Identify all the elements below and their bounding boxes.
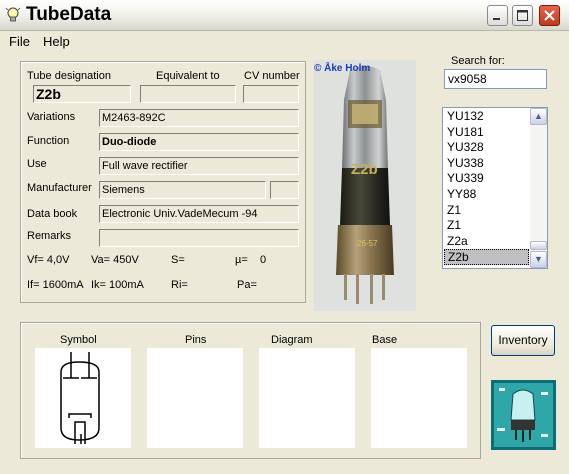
- base-box: [371, 348, 467, 448]
- tube-list-items: YU132 YU181 YU328 YU338 YU339 YY88 Z1 Z1 Z2a Z2b: [444, 109, 529, 265]
- list-item[interactable]: YY88: [444, 187, 529, 203]
- menu-file[interactable]: File: [9, 34, 30, 49]
- lightbulb-icon: [5, 7, 21, 22]
- menu-bar: File Help: [0, 31, 569, 51]
- equivalent-label: Equivalent to: [156, 70, 220, 82]
- maximize-button[interactable]: [512, 5, 533, 26]
- list-item[interactable]: Z2b: [444, 249, 529, 265]
- tube-logo-image: [491, 380, 556, 450]
- variations-label: Variations: [27, 111, 76, 123]
- variations-field[interactable]: M2463-892C: [99, 109, 299, 127]
- list-scrollbar[interactable]: ▲ ▼: [530, 108, 547, 268]
- tube-print-label: Z2b: [351, 161, 378, 178]
- close-icon: [544, 10, 555, 21]
- databook-field[interactable]: Electronic Univ.VadeMecum -94: [99, 205, 299, 223]
- maximize-icon: [517, 10, 528, 21]
- diagram-label: Diagram: [271, 334, 313, 346]
- manufacturer-extra-field[interactable]: [270, 181, 299, 199]
- app-window: TubeData File Help Tube designation Equi…: [0, 0, 569, 474]
- use-field[interactable]: Full wave rectifier: [99, 157, 299, 175]
- chevron-up-icon: ▲: [534, 111, 543, 121]
- search-label: Search for:: [451, 55, 505, 67]
- equivalent-field[interactable]: [140, 85, 236, 103]
- s-value: S=: [171, 254, 185, 266]
- close-button[interactable]: [539, 5, 560, 26]
- window-title: TubeData: [26, 4, 112, 25]
- remarks-field[interactable]: [99, 229, 299, 247]
- tube-photo-image: [314, 60, 416, 311]
- scroll-thumb[interactable]: [530, 241, 547, 250]
- list-item[interactable]: YU339: [444, 171, 529, 187]
- designation-label: Tube designation: [27, 70, 111, 82]
- designation-field[interactable]: Z2b: [33, 85, 131, 103]
- function-field[interactable]: Duo-diode: [99, 133, 299, 151]
- photo-credit: © Åke Holm: [314, 63, 371, 74]
- mu-value: 0: [260, 254, 267, 266]
- function-label: Function: [27, 135, 70, 147]
- manufacturer-label: Manufacturer: [27, 182, 92, 194]
- tube-photo: © Åke Holm Z2b 26-57: [314, 60, 416, 311]
- pins-box: [147, 348, 243, 448]
- list-item[interactable]: YU181: [444, 125, 529, 141]
- manufacturer-field[interactable]: Siemens: [99, 181, 266, 199]
- symbol-label: Symbol: [60, 334, 97, 346]
- vf-value: Vf= 4,0V: [27, 254, 70, 266]
- title-bar[interactable]: TubeData: [0, 0, 569, 31]
- databook-label: Data book: [27, 208, 78, 220]
- cv-label: CV number: [244, 70, 300, 82]
- list-item[interactable]: Z1: [444, 218, 529, 234]
- if-value: If= 1600mA: [27, 279, 84, 291]
- use-label: Use: [27, 158, 47, 170]
- minimize-button[interactable]: [487, 5, 508, 26]
- base-stamp: 26-57: [357, 239, 378, 248]
- scroll-up-button[interactable]: ▲: [530, 108, 547, 125]
- scroll-down-button[interactable]: ▼: [530, 251, 547, 268]
- va-value: Va= 450V: [91, 254, 139, 266]
- chevron-down-icon: ▼: [534, 254, 543, 264]
- tube-list[interactable]: YU132 YU181 YU328 YU338 YU339 YY88 Z1 Z1 Z2a Z2b …: [442, 107, 548, 269]
- inventory-button[interactable]: Inventory: [491, 325, 555, 356]
- ri-value: Ri=: [171, 279, 188, 291]
- diagram-box: [259, 348, 355, 448]
- cv-field[interactable]: [243, 85, 299, 103]
- list-item[interactable]: Z1: [444, 203, 529, 219]
- list-item[interactable]: Z2a: [444, 234, 529, 250]
- base-label: Base: [372, 334, 398, 346]
- list-item[interactable]: YU132: [444, 109, 529, 125]
- tube-logo-icon: [491, 380, 556, 450]
- ik-value: Ik= 100mA: [91, 279, 144, 291]
- pins-label: Pins: [185, 334, 207, 346]
- mu-label: µ=: [235, 254, 248, 266]
- menu-help[interactable]: Help: [43, 34, 70, 49]
- duo-diode-symbol: [60, 352, 100, 444]
- list-item[interactable]: YU338: [444, 156, 529, 172]
- remarks-label: Remarks: [27, 230, 72, 242]
- symbol-box: [35, 348, 131, 448]
- pa-value: Pa=: [237, 279, 257, 291]
- list-item[interactable]: YU328: [444, 140, 529, 156]
- search-input[interactable]: vx9058: [444, 69, 547, 89]
- minimize-icon: [493, 18, 500, 20]
